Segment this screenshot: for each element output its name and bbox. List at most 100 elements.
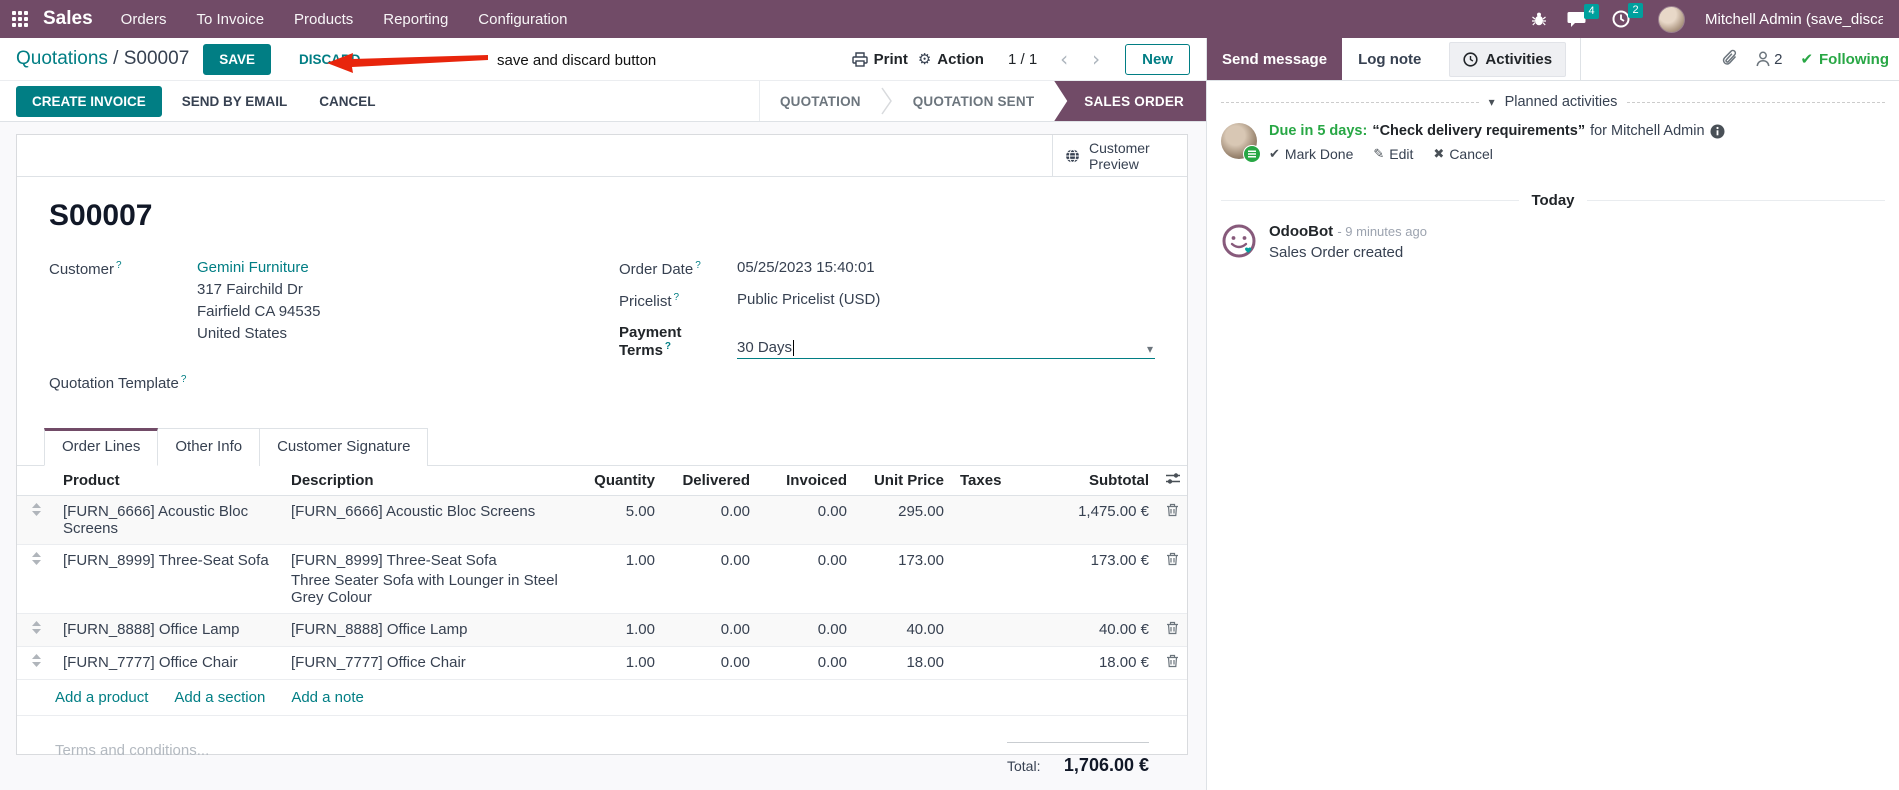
schedule-activity-button[interactable]: Activities [1449,41,1567,77]
add-line-links: Add a product Add a section Add a note [17,680,1187,716]
step-quotation[interactable]: QUOTATION [760,81,881,121]
apps-menu-icon[interactable] [12,10,29,28]
add-a-note-link[interactable]: Add a note [291,689,364,706]
edit-activity-button[interactable]: ✎ Edit [1373,146,1413,162]
table-row[interactable]: [FURN_7777] Office Chair [FURN_7777] Off… [17,647,1187,680]
step-quotation-sent[interactable]: QUOTATION SENT [893,81,1055,121]
send-by-email-button[interactable]: SEND BY EMAIL [170,87,300,116]
cancel-activity-button[interactable]: ✖ Cancel [1433,146,1493,162]
activity-avatar[interactable] [1221,123,1261,163]
form-view: Customer Preview S00007 Customer? Gemini… [0,122,1206,790]
save-button[interactable]: SAVE [203,43,272,75]
activities-clock-icon[interactable]: 2 [1612,3,1643,28]
attachments-button[interactable] [1722,48,1738,70]
nav-item-orders[interactable]: Orders [121,11,167,28]
add-a-product-link[interactable]: Add a product [55,689,148,706]
delete-row-icon[interactable] [1157,496,1187,545]
pencil-icon: ✎ [1373,146,1385,162]
annotation-arrow [327,53,488,73]
table-row[interactable]: [FURN_8999] Three-Seat Sofa [FURN_8999] … [17,545,1187,614]
step-sales-order[interactable]: SALES ORDER [1054,81,1206,121]
col-delivered[interactable]: Delivered [663,466,758,496]
col-subtotal[interactable]: Subtotal [1040,466,1157,496]
debug-bug-icon[interactable] [1531,11,1547,27]
pricelist-field[interactable]: Public Pricelist (USD) [737,291,880,310]
message-author[interactable]: OdooBot [1269,223,1333,240]
table-header-row: Product Description Quantity Delivered I… [17,466,1187,496]
odoobot-avatar[interactable] [1221,223,1257,259]
drag-handle-icon[interactable] [17,545,55,614]
activity-summary: “Check delivery requirements” [1372,123,1586,139]
table-row[interactable]: [FURN_6666] Acoustic Bloc Screens [FURN_… [17,495,1187,545]
send-message-button[interactable]: Send message [1207,38,1343,80]
user-name[interactable]: Mitchell Admin (save_discar [1705,11,1883,28]
drag-handle-icon[interactable] [17,496,55,545]
col-product[interactable]: Product [55,466,283,496]
activity-item: Due in 5 days: “Check delivery requireme… [1221,123,1899,163]
col-quantity[interactable]: Quantity [575,466,663,496]
payment-terms-input[interactable]: 30 Days ▾ [737,323,1155,359]
col-unit-price[interactable]: Unit Price [855,466,952,496]
optional-columns-icon[interactable] [1157,466,1187,496]
drag-handle-icon[interactable] [17,614,55,647]
app-brand[interactable]: Sales [43,8,93,30]
customer-link[interactable]: Gemini Furniture [197,259,320,276]
printer-icon [851,51,868,67]
dropdown-caret-icon[interactable]: ▾ [1147,342,1153,356]
tab-other-info[interactable]: Other Info [158,428,261,466]
delete-row-icon[interactable] [1157,614,1187,647]
print-button[interactable]: Print [851,51,908,68]
pager-next-icon[interactable]: › [1085,47,1107,71]
mark-done-button[interactable]: ✔ Mark Done [1269,146,1353,162]
gear-icon: ⚙ [917,50,932,68]
sheet: Customer Preview S00007 Customer? Gemini… [16,134,1188,775]
terms-and-conditions-placeholder[interactable]: Terms and conditions... [55,742,209,776]
action-button[interactable]: ⚙ Action [918,50,984,68]
delete-row-icon[interactable] [1157,545,1187,614]
planned-activities-separator[interactable]: ▾ Planned activities [1221,94,1899,110]
drag-handle-icon[interactable] [17,647,55,680]
col-description[interactable]: Description [283,466,575,496]
table-row[interactable]: [FURN_8888] Office Lamp [FURN_8888] Offi… [17,613,1187,647]
col-taxes[interactable]: Taxes [952,466,1040,496]
tab-customer-signature[interactable]: Customer Signature [260,428,429,466]
step-separator-icon [881,81,893,121]
chatter-message: OdooBot - 9 minutes ago Sales Order crea… [1221,223,1899,261]
activities-badge: 2 [1628,3,1643,18]
order-date-field[interactable]: 05/25/2023 15:40:01 [737,259,875,278]
followers-count: 2 [1774,50,1783,68]
create-invoice-button[interactable]: CREATE INVOICE [16,85,162,117]
divider [1580,38,1582,80]
activity-clock-icon [1463,51,1478,67]
nav-item-reporting[interactable]: Reporting [383,11,448,28]
customer-address-line: United States [197,325,288,342]
messages-icon[interactable]: 4 [1567,3,1599,28]
planned-activities-label: Planned activities [1504,94,1618,110]
pager-previous-icon[interactable]: ‹ [1053,47,1075,71]
breadcrumb-current: S00007 [123,48,190,69]
message-body: Sales Order created [1269,244,1404,261]
log-note-button[interactable]: Log note [1342,51,1437,68]
customer-preview-button[interactable]: Customer Preview [1052,135,1187,176]
total-block: Total: 1,706.00 € [1007,742,1149,776]
following-button[interactable]: ✔ Following [1800,50,1889,68]
followers-button[interactable]: 2 [1756,51,1782,68]
nav-item-to-invoice[interactable]: To Invoice [197,11,265,28]
info-icon[interactable] [1710,124,1725,139]
customer-label: Customer? [49,260,122,278]
user-avatar[interactable] [1658,5,1685,33]
new-button[interactable]: New [1125,43,1190,75]
delete-row-icon[interactable] [1157,647,1187,680]
tab-order-lines[interactable]: Order Lines [44,428,159,466]
collapse-caret-icon: ▾ [1488,95,1495,109]
status-steps: QUOTATION QUOTATION SENT SALES ORDER [758,81,1206,121]
col-invoiced[interactable]: Invoiced [758,466,855,496]
nav-item-configuration[interactable]: Configuration [478,11,567,28]
cancel-button[interactable]: CANCEL [307,87,387,116]
nav-item-products[interactable]: Products [294,11,353,28]
activity-assignee: for Mitchell Admin [1590,123,1705,139]
add-a-section-link[interactable]: Add a section [174,689,265,706]
quotation-template-label: Quotation Template? [49,374,187,392]
breadcrumb-quotations-link[interactable]: Quotations [16,48,108,69]
customer-address-line: 317 Fairchild Dr [197,281,303,298]
